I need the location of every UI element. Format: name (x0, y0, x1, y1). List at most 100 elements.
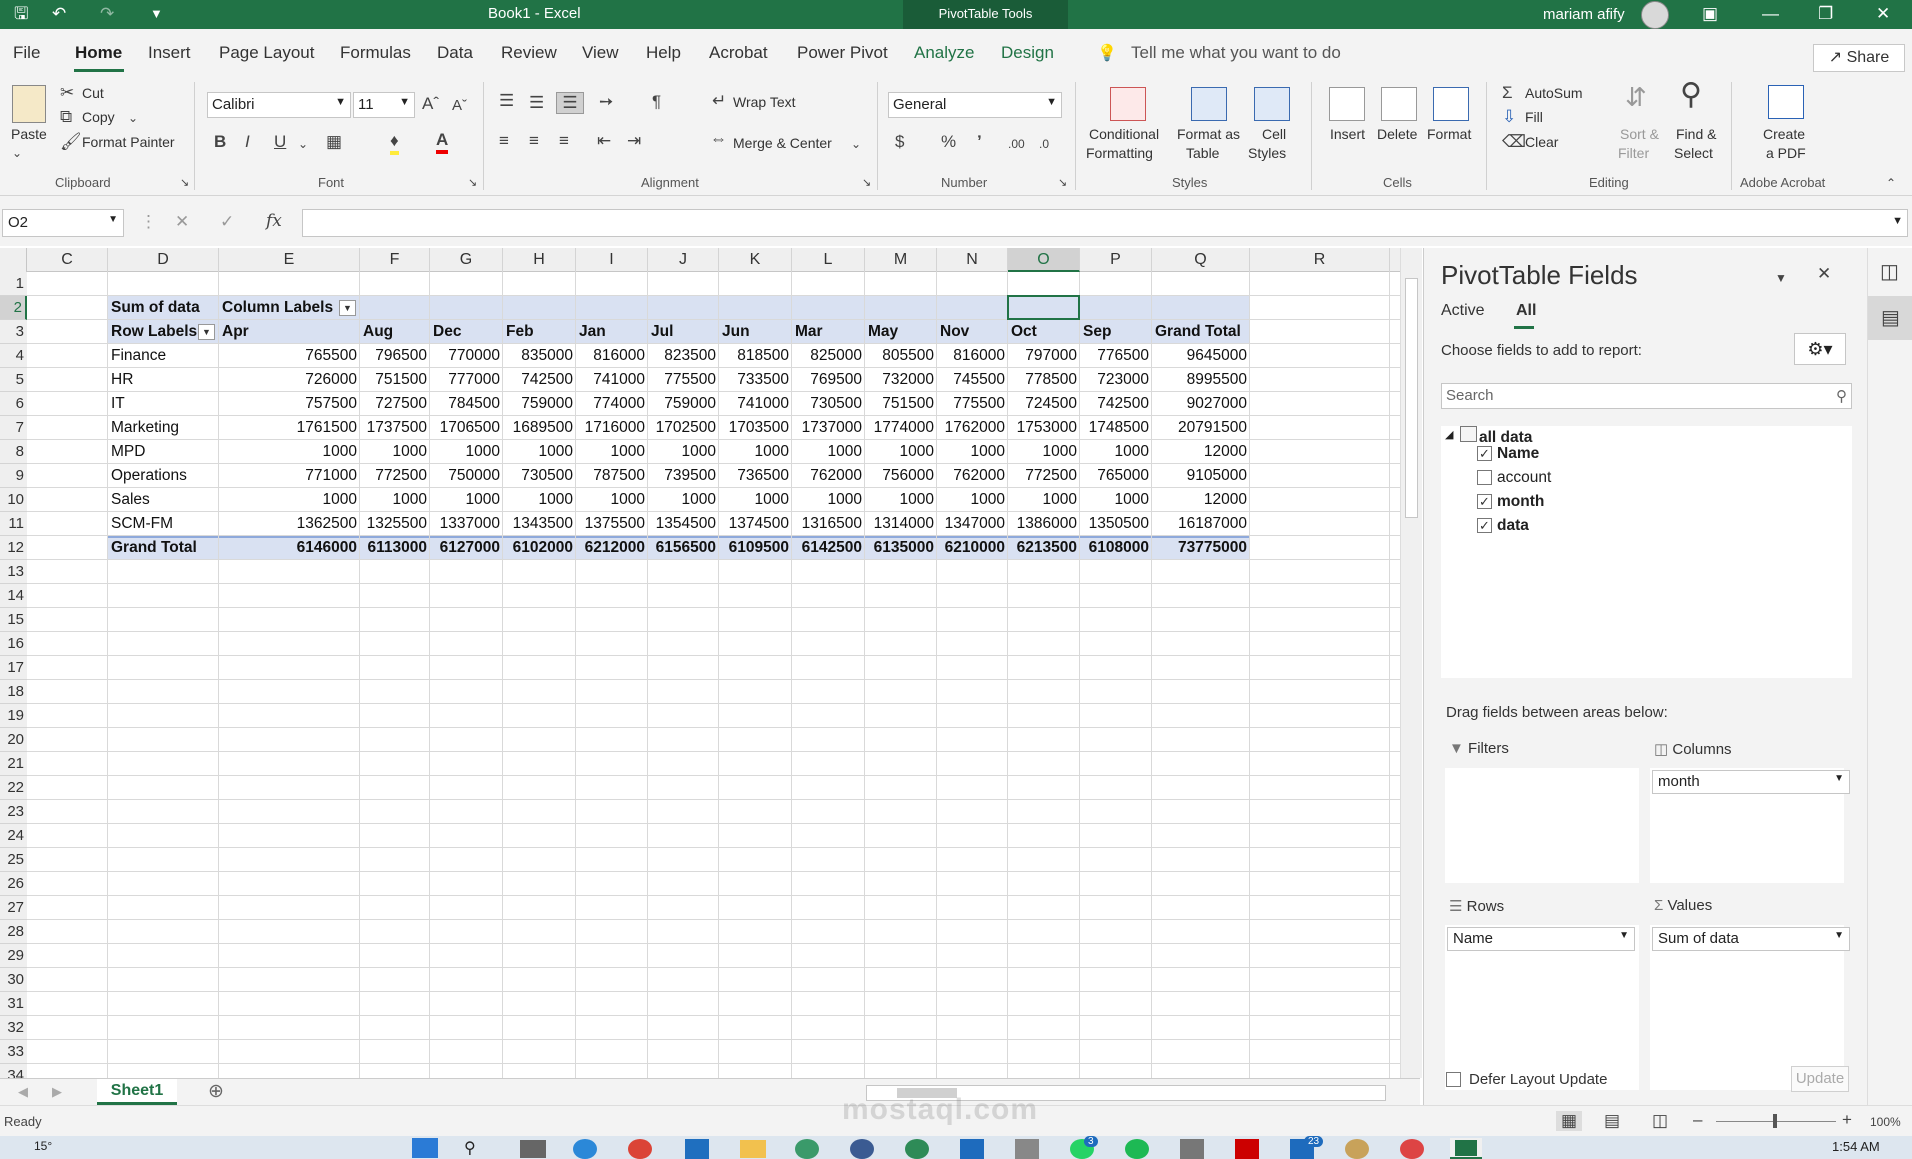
columns-area[interactable]: month ▼ (1650, 768, 1850, 883)
pivot-value-cell[interactable]: 1347000 (940, 512, 1005, 536)
field-label-month[interactable]: month (1497, 493, 1544, 511)
share-button[interactable]: ↗ Share (1813, 44, 1905, 72)
app-icon-9[interactable] (1400, 1139, 1424, 1159)
row-header-33[interactable]: 33 (0, 1040, 27, 1064)
column-header-h[interactable]: H (503, 248, 576, 272)
sort-filter-label2[interactable]: Filter (1618, 145, 1649, 161)
pivot-value-cell[interactable]: 1703500 (722, 416, 789, 440)
pivot-value-cell[interactable]: 742500 (1083, 392, 1149, 416)
align-right-icon[interactable]: ≡ (559, 131, 569, 151)
cell-styles-icon[interactable] (1254, 87, 1290, 121)
clear-button[interactable]: Clear (1525, 134, 1558, 150)
copy-dropdown-icon[interactable]: ⌄ (128, 108, 138, 128)
pivot-value-cell[interactable]: 771000 (222, 464, 357, 488)
format-painter-button[interactable]: Format Painter (82, 134, 175, 150)
pivot-value-cell[interactable]: 1689500 (506, 416, 573, 440)
grand-total-cell[interactable]: 6102000 (506, 536, 573, 560)
column-header-p[interactable]: P (1080, 248, 1152, 272)
app-icon-3[interactable] (905, 1139, 929, 1159)
field-checkbox-account[interactable] (1477, 470, 1492, 485)
pivot-value-cell[interactable]: 723000 (1083, 368, 1149, 392)
tell-me-search[interactable]: Tell me what you want to do (1131, 43, 1341, 63)
row-header-15[interactable]: 15 (0, 608, 27, 632)
bold-button[interactable]: B (214, 132, 226, 152)
row-header-32[interactable]: 32 (0, 1016, 27, 1040)
format-as-table-label1[interactable]: Format as (1177, 126, 1240, 142)
row-header-27[interactable]: 27 (0, 896, 27, 920)
pivot-value-cell[interactable]: 1000 (651, 440, 716, 464)
font-color-icon[interactable]: A (436, 130, 449, 154)
row-header-3[interactable]: 3 (0, 320, 27, 344)
row-header-25[interactable]: 25 (0, 848, 27, 872)
pivot-value-cell[interactable]: 762000 (795, 464, 862, 488)
pivot-month-header[interactable]: Mar (795, 320, 862, 344)
pivot-value-cell[interactable]: 16187000 (1155, 512, 1247, 536)
pivot-row-label[interactable]: MPD (111, 440, 216, 464)
row-header-18[interactable]: 18 (0, 680, 27, 704)
row-header-1[interactable]: 1 (0, 272, 27, 296)
delete-cells-icon[interactable] (1381, 87, 1417, 121)
field-list-view-icon[interactable]: ◫ (1880, 262, 1899, 282)
pivot-value-cell[interactable]: 1000 (433, 440, 500, 464)
align-left-icon[interactable]: ≡ (499, 131, 509, 151)
comma-button[interactable]: ʼ (977, 132, 982, 152)
row-header-4[interactable]: 4 (0, 344, 27, 368)
paste-button[interactable]: Paste (11, 126, 47, 142)
pivot-value-cell[interactable]: 776500 (1083, 344, 1149, 368)
tab-analyze[interactable]: Analyze (914, 43, 974, 63)
pivot-month-header[interactable]: Apr (222, 320, 357, 344)
underline-dropdown-icon[interactable]: ⌄ (298, 134, 308, 154)
grand-total-cell[interactable]: 6210000 (940, 536, 1005, 560)
row-header-23[interactable]: 23 (0, 800, 27, 824)
pivot-month-header[interactable]: Nov (940, 320, 1005, 344)
delete-cells-button[interactable]: Delete (1377, 126, 1417, 142)
pane-close-icon[interactable]: ✕ (1817, 264, 1831, 284)
avatar[interactable] (1641, 1, 1669, 29)
pivot-value-cell[interactable]: 1374500 (722, 512, 789, 536)
pivot-value-cell[interactable]: 756000 (868, 464, 934, 488)
row-header-14[interactable]: 14 (0, 584, 27, 608)
tab-home[interactable]: Home (75, 43, 122, 63)
pivot-value-cell[interactable]: 787500 (579, 464, 645, 488)
pivot-value-cell[interactable]: 1325500 (363, 512, 427, 536)
page-break-view-icon[interactable]: ◫ (1652, 1111, 1668, 1131)
pivot-row-label[interactable]: IT (111, 392, 216, 416)
column-header-q[interactable]: Q (1152, 248, 1250, 272)
row-header-31[interactable]: 31 (0, 992, 27, 1016)
pivot-value-cell[interactable]: 823500 (651, 344, 716, 368)
tab-page-layout[interactable]: Page Layout (219, 43, 314, 63)
cut-button[interactable]: Cut (82, 85, 104, 101)
row-header-10[interactable]: 10 (0, 488, 27, 512)
pivot-value-cell[interactable]: 1316500 (795, 512, 862, 536)
pivot-month-header[interactable]: Aug (363, 320, 427, 344)
field-search-input[interactable]: Search ⚲ (1441, 383, 1852, 409)
sheet-tab-sheet1[interactable]: Sheet1 (97, 1079, 177, 1105)
pivot-value-cell[interactable]: 816000 (940, 344, 1005, 368)
row-header-2[interactable]: 2 (0, 296, 27, 320)
search-taskbar-icon[interactable]: ⚲ (464, 1138, 476, 1158)
row-header-28[interactable]: 28 (0, 920, 27, 944)
pivot-value-cell[interactable]: 1343500 (506, 512, 573, 536)
pivot-value-cell[interactable]: 1000 (506, 440, 573, 464)
rows-area[interactable]: Name ▼ (1445, 925, 1639, 1090)
pivot-month-header[interactable]: May (868, 320, 934, 344)
pivot-value-cell[interactable]: 739500 (651, 464, 716, 488)
pivot-value-cell[interactable]: 774000 (579, 392, 645, 416)
column-header-r[interactable]: R (1250, 248, 1390, 272)
pivot-value-cell[interactable]: 1314000 (868, 512, 934, 536)
column-header-f[interactable]: F (360, 248, 430, 272)
tab-formulas[interactable]: Formulas (340, 43, 411, 63)
cell-styles-label1[interactable]: Cell (1262, 126, 1286, 142)
pivot-value-cell[interactable]: 1000 (1083, 440, 1149, 464)
pivot-value-cell[interactable]: 1000 (651, 488, 716, 512)
row-header-26[interactable]: 26 (0, 872, 27, 896)
sort-filter-icon[interactable]: ⇵ (1625, 84, 1647, 110)
pivot-value-cell[interactable]: 1000 (722, 440, 789, 464)
columns-field-month[interactable]: month ▼ (1652, 770, 1850, 794)
pane-options-icon[interactable]: ▼ (1775, 268, 1787, 288)
grand-total-cell[interactable]: 6127000 (433, 536, 500, 560)
number-format-select[interactable]: General ▼ (888, 92, 1062, 118)
pivot-value-cell[interactable]: 1737000 (795, 416, 862, 440)
field-label-name[interactable]: Name (1497, 445, 1539, 463)
row-header-6[interactable]: 6 (0, 392, 27, 416)
